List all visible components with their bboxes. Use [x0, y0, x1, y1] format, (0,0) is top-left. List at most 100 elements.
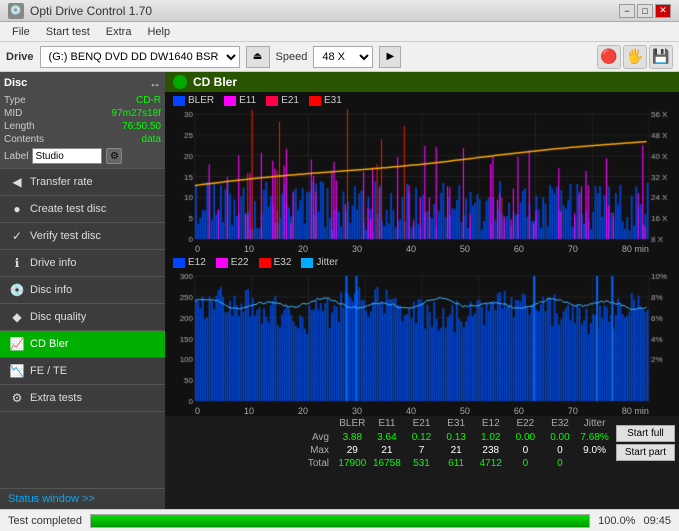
transfer-rate-icon: ◀: [10, 175, 24, 189]
drive-label: Drive: [6, 51, 34, 63]
sidebar-item-verify-test-disc[interactable]: ✓ Verify test disc: [0, 223, 165, 250]
disc-length-value: 76:50.50: [122, 121, 161, 132]
stats-max-e22: 0: [508, 444, 543, 457]
toolbar-icon-3[interactable]: 💾: [649, 45, 673, 69]
x-label-50: 50: [460, 244, 470, 254]
stats-max-e31: 21: [439, 444, 474, 457]
stats-avg-e31: 0.13: [439, 431, 474, 444]
menu-start-test[interactable]: Start test: [38, 24, 98, 40]
sidebar-item-drive-info[interactable]: ℹ Drive info: [0, 250, 165, 277]
sidebar-item-extra-tests[interactable]: ⚙ Extra tests: [0, 385, 165, 412]
sidebar-item-create-test-disc[interactable]: ● Create test disc: [0, 196, 165, 223]
minimize-button[interactable]: −: [619, 4, 635, 18]
start-full-button[interactable]: Start full: [616, 425, 675, 442]
stats-avg-e32: 0.00: [543, 431, 578, 444]
create-test-icon: ●: [10, 202, 24, 216]
menu-file[interactable]: File: [4, 24, 38, 40]
stats-total-e32: 0: [543, 457, 578, 470]
disc-arrow[interactable]: ↔: [149, 76, 161, 90]
legend-bler-color: [173, 96, 185, 106]
sidebar-menu: ◀ Transfer rate ● Create test disc ✓ Ver…: [0, 169, 165, 488]
x2-label-50: 50: [460, 406, 470, 416]
x2-label-70: 70: [568, 406, 578, 416]
disc-length-label: Length: [4, 121, 35, 132]
drive-info-icon: ℹ: [10, 256, 24, 270]
sidebar-item-label-disc-info: Disc info: [30, 284, 72, 296]
x-label-20: 20: [298, 244, 308, 254]
stats-max-jitter: 9.0%: [577, 444, 612, 457]
sidebar-item-transfer-rate[interactable]: ◀ Transfer rate: [0, 169, 165, 196]
col-header-e12: E12: [473, 416, 508, 431]
chart1-canvas: [165, 109, 679, 244]
app-icon: 💿: [8, 3, 24, 19]
x-label-40: 40: [406, 244, 416, 254]
disc-label-input[interactable]: [32, 148, 102, 164]
chart-header: CD Bler: [165, 72, 679, 92]
col-header-e32: E32: [543, 416, 578, 431]
disc-info-icon: 💿: [10, 283, 24, 297]
stats-avg-e11: 3.64: [370, 431, 405, 444]
col-header-jitter: Jitter: [577, 416, 612, 431]
stats-max-e21: 7: [404, 444, 439, 457]
legend-e21-color: [266, 96, 278, 106]
x-label-10: 10: [244, 244, 254, 254]
chart1-legend: BLER E11 E21 E31: [165, 92, 679, 109]
chart1-container: BLER E11 E21 E31: [165, 92, 679, 254]
sidebar-item-fe-te[interactable]: 📉 FE / TE: [0, 358, 165, 385]
menu-bar: File Start test Extra Help: [0, 22, 679, 42]
toolbar-icon-2[interactable]: 🖐: [623, 45, 647, 69]
stats-max-e12: 238: [473, 444, 508, 457]
close-button[interactable]: ✕: [655, 4, 671, 18]
disc-contents-value: data: [142, 134, 161, 145]
speed-select[interactable]: 48 X: [313, 46, 373, 68]
stats-total-label: Total: [165, 458, 335, 469]
chart2-xaxis: 0 10 20 30 40 50 60 70 80 min: [165, 406, 679, 416]
start-buttons: Start full Start part: [612, 416, 679, 470]
legend-jitter: Jitter: [301, 257, 338, 268]
sidebar-item-label-transfer-rate: Transfer rate: [30, 176, 93, 188]
chart2-container: E12 E22 E32 Jitter: [165, 254, 679, 416]
toolbar-icon-1[interactable]: 🔴: [597, 45, 621, 69]
stats-total-e21: 531: [404, 457, 439, 470]
stats-total-e12: 4712: [473, 457, 508, 470]
sidebar-item-disc-info[interactable]: 💿 Disc info: [0, 277, 165, 304]
chart1-xaxis: 0 10 20 30 40 50 60 70 80 min: [165, 244, 679, 254]
menu-extra[interactable]: Extra: [98, 24, 140, 40]
legend-jitter-color: [301, 258, 313, 268]
chart2-canvas: [165, 271, 679, 406]
stats-total-e31: 611: [439, 457, 474, 470]
eject-button[interactable]: ⏏: [246, 46, 270, 68]
speed-label: Speed: [276, 51, 308, 63]
sidebar: Disc ↔ Type CD-R MID 97m27s18f Length 76…: [0, 72, 165, 509]
sidebar-item-cd-bler[interactable]: 📈 CD Bler: [0, 331, 165, 358]
maximize-button[interactable]: □: [637, 4, 653, 18]
menu-help[interactable]: Help: [139, 24, 178, 40]
disc-mid-label: MID: [4, 108, 22, 119]
drive-select[interactable]: (G:) BENQ DVD DD DW1640 BSRB: [40, 46, 240, 68]
time-text: 09:45: [643, 515, 671, 527]
legend-jitter-label: Jitter: [316, 257, 338, 268]
stats-total-row: Total 17900 16758 531 611 4712 0 0: [165, 457, 612, 470]
legend-e11: E11: [224, 95, 256, 106]
sidebar-item-disc-quality[interactable]: ◆ Disc quality: [0, 304, 165, 331]
chart2-legend: E12 E22 E32 Jitter: [165, 254, 679, 271]
disc-mid-value: 97m27s18f: [112, 108, 161, 119]
x2-label-60: 60: [514, 406, 524, 416]
col-header-e21: E21: [404, 416, 439, 431]
chart-header-icon: [173, 75, 187, 89]
disc-label-icon[interactable]: ⚙: [106, 148, 122, 164]
legend-e32: E32: [259, 257, 292, 268]
disc-type-value: CD-R: [136, 95, 161, 106]
stats-total-e11: 16758: [370, 457, 405, 470]
stats-total-e22: 0: [508, 457, 543, 470]
legend-e12-color: [173, 258, 185, 268]
legend-e22: E22: [216, 257, 249, 268]
stats-avg-e22: 0.00: [508, 431, 543, 444]
legend-bler: BLER: [173, 95, 214, 106]
status-completed-text: Test completed: [8, 515, 82, 527]
speed-set-button[interactable]: ▶: [379, 46, 401, 68]
start-part-button[interactable]: Start part: [616, 444, 675, 461]
status-window-button[interactable]: Status window >>: [0, 488, 165, 509]
stats-max-e32: 0: [543, 444, 578, 457]
stats-max-label: Max: [165, 445, 335, 456]
